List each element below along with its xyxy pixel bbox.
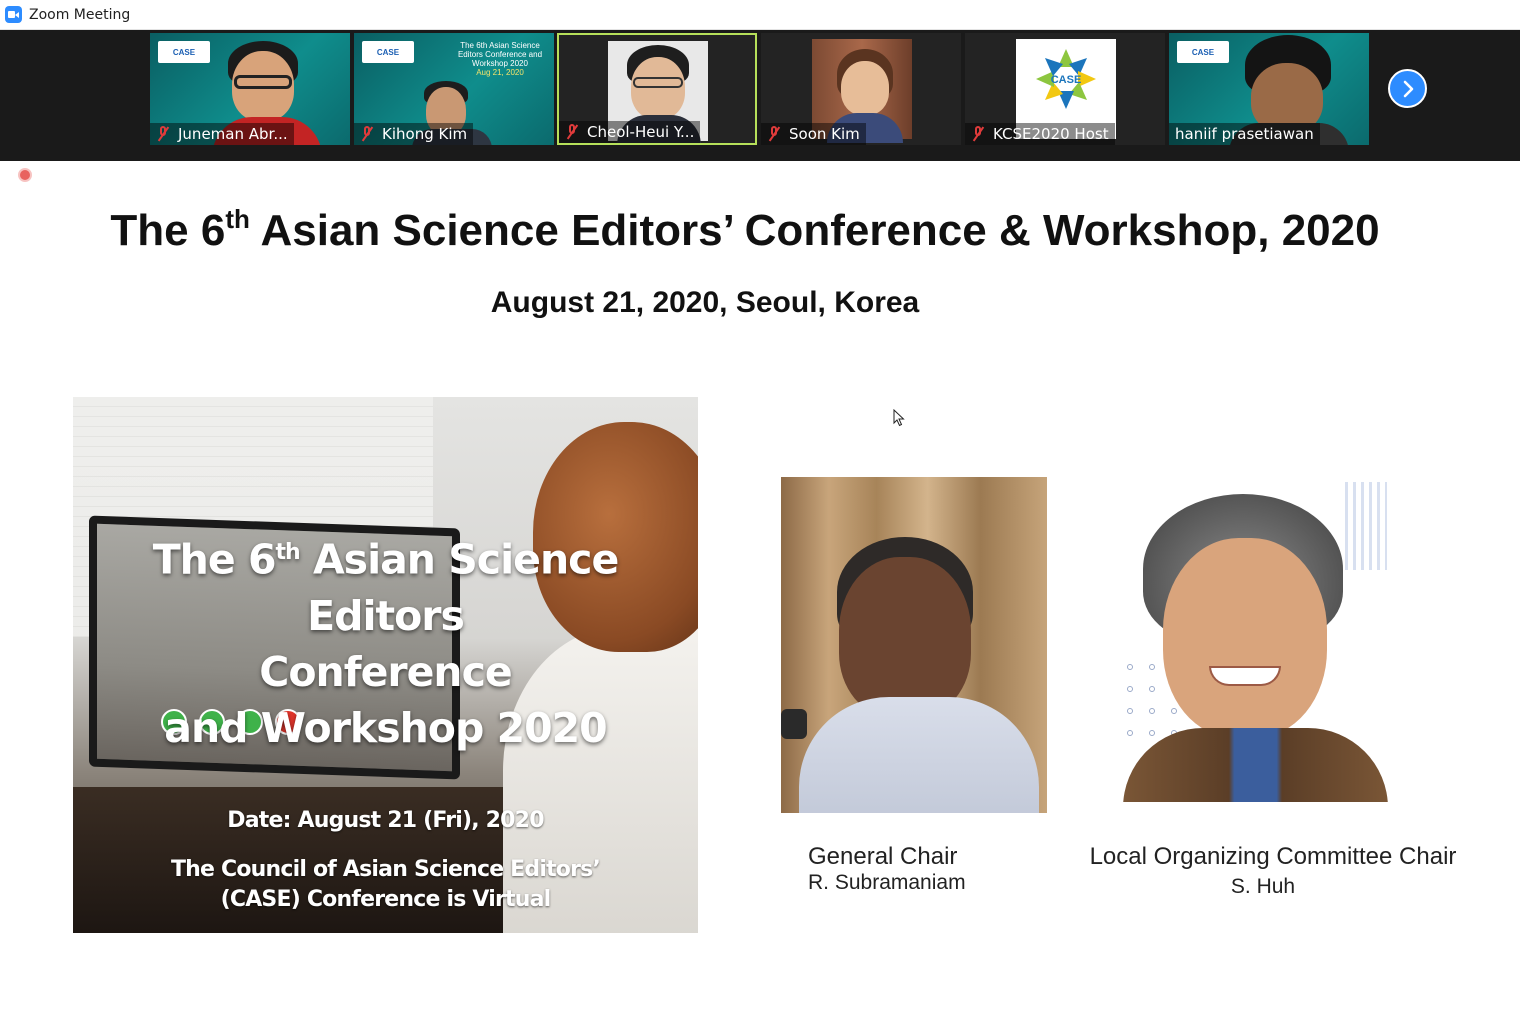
mic-muted-icon (765, 125, 783, 143)
local-chair-role: Local Organizing Committee Chair (1089, 843, 1457, 870)
chevron-right-icon (1403, 80, 1413, 97)
title-bar: Zoom Meeting (0, 0, 1520, 30)
conference-poster: The 6th Asian Science Editors Conference… (73, 397, 698, 933)
case-logo: CASE (1177, 41, 1229, 63)
mic-muted-icon (969, 125, 987, 143)
general-chair-role: General Chair (808, 843, 958, 870)
poster-footer: The Council of Asian Science Editors’ (C… (170, 857, 601, 912)
mic-muted-icon (358, 125, 376, 143)
participant-tile[interactable]: CASE KCSE2020 Host (965, 33, 1165, 145)
window-title: Zoom Meeting (29, 6, 131, 23)
participant-tile[interactable]: CASE haniif prasetiawan (1169, 33, 1369, 145)
mic-muted-icon (563, 123, 581, 141)
participant-name: Cheol-Heui Y... (587, 123, 695, 141)
poster-heading: The 6th Asian Science Editors Conference… (152, 535, 620, 752)
participant-name: haniif prasetiawan (1175, 125, 1314, 143)
poster-date: Date: August 21 (Fri), 2020 (227, 808, 544, 833)
participant-tile-active[interactable]: Cheol-Heui Y... (557, 33, 757, 145)
slide-subtitle: August 21, 2020, Seoul, Korea (490, 286, 920, 319)
participant-tile[interactable]: Soon Kim (761, 33, 961, 145)
zoom-camera-icon (5, 6, 22, 23)
participant-name: Kihong Kim (382, 125, 468, 143)
participant-name: KCSE2020 Host (993, 125, 1109, 143)
next-page-button[interactable] (1388, 69, 1427, 108)
svg-text:CASE: CASE (1051, 74, 1082, 86)
shared-slide-preview: The 6th Asian Science Editors Conference… (457, 41, 543, 77)
participant-tile[interactable]: CASE The 6th Asian Science Editors Confe… (354, 33, 554, 145)
general-chair-photo (781, 477, 1047, 813)
local-chair-photo (1123, 478, 1388, 802)
record-dot-icon (18, 168, 32, 182)
general-chair-caption: General Chair R. Subramaniam (808, 843, 966, 895)
participant-name: Juneman Abr... (178, 125, 288, 143)
case-logo: CASE (158, 41, 210, 63)
case-logo: CASE (362, 41, 414, 63)
participant-video-strip: CASE Juneman Abr... CASE The 6th Asian S… (0, 30, 1520, 161)
general-chair-name: R. Subramaniam (808, 871, 966, 894)
participant-name: Soon Kim (789, 125, 860, 143)
participant-tile[interactable]: CASE Juneman Abr... (150, 33, 350, 145)
slide-title: The 6th Asian Science Editors’ Conferenc… (110, 204, 1380, 255)
mouse-pointer-icon (893, 409, 905, 427)
local-chair-caption: Local Organizing Committee Chair S. Huh (1079, 843, 1467, 899)
mic-muted-icon (154, 125, 172, 143)
local-chair-name: S. Huh (1230, 875, 1296, 898)
